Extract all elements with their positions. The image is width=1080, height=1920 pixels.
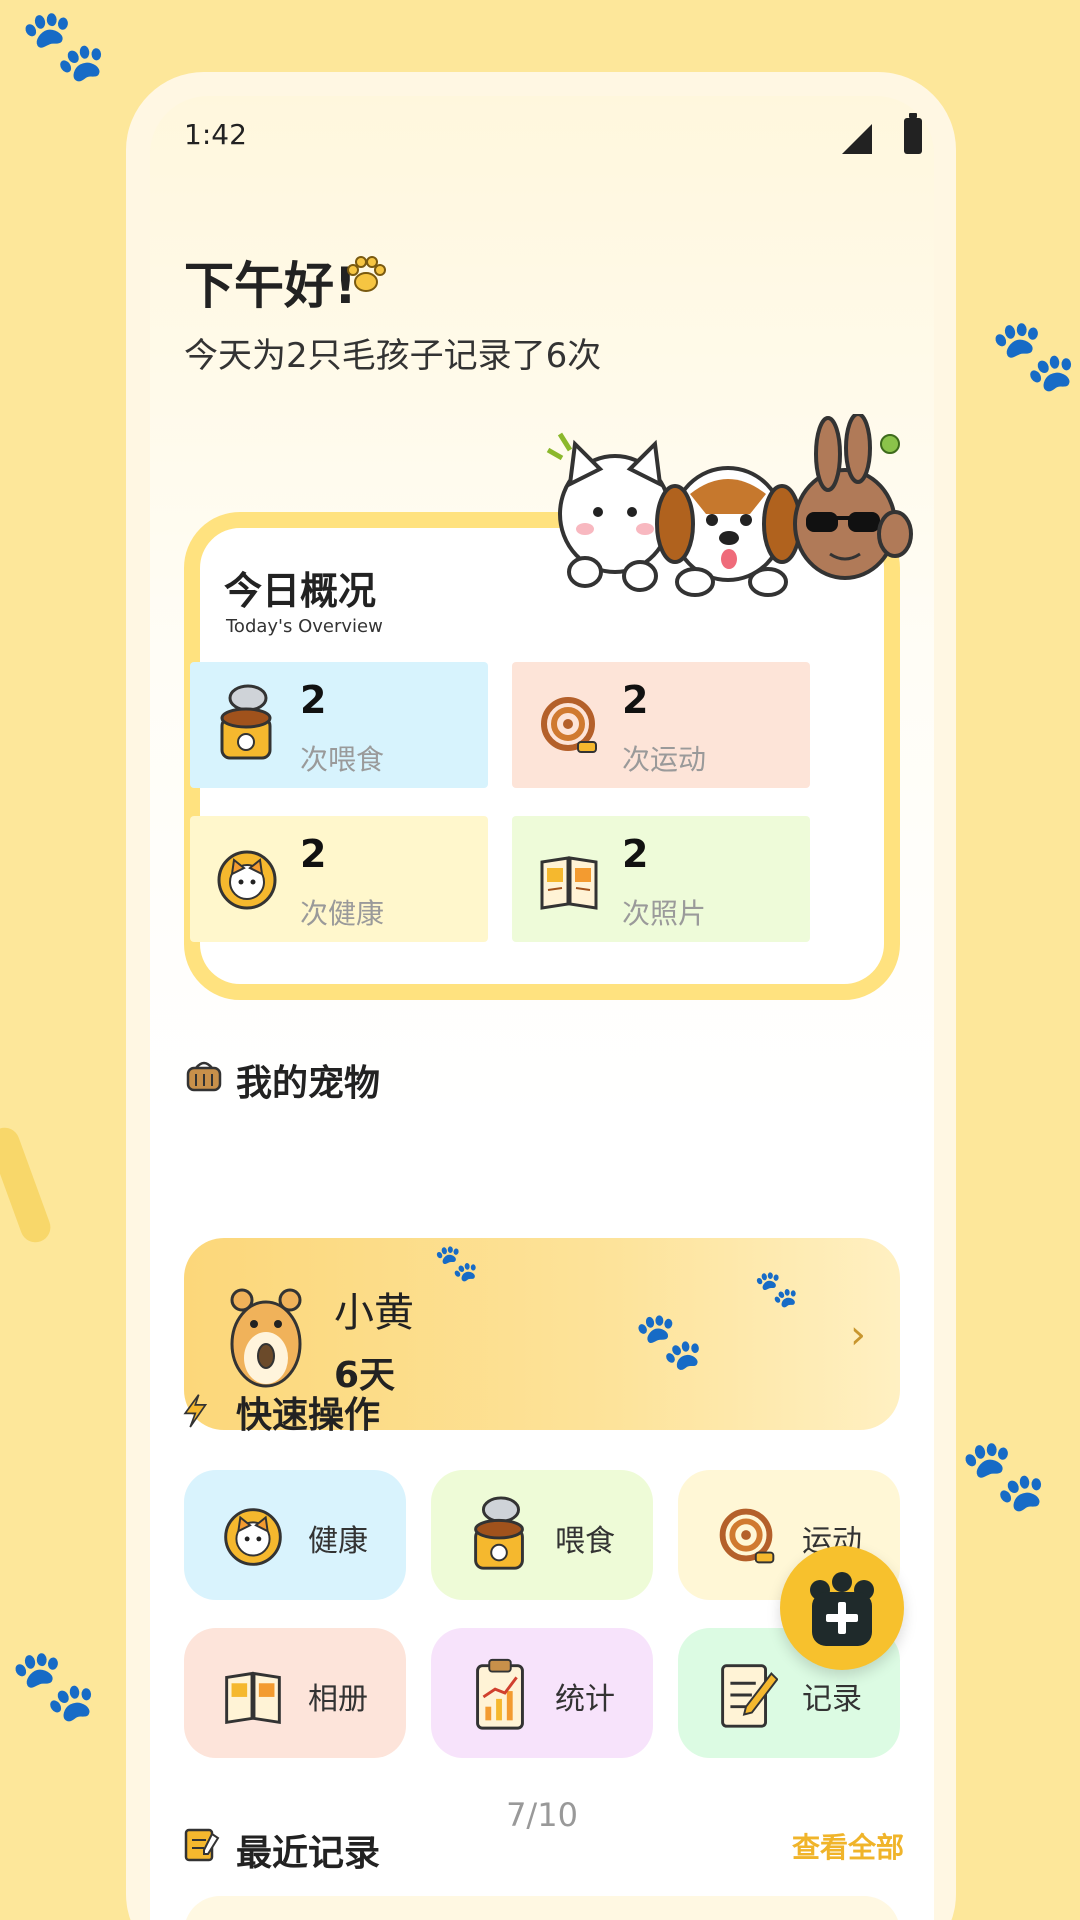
add-record-fab[interactable] bbox=[780, 1546, 904, 1670]
stat-value: 2 bbox=[622, 832, 649, 876]
statistics-clipboard-icon bbox=[476, 1658, 524, 1730]
notebook-icon bbox=[184, 1828, 220, 1862]
overview-subtitle: Today's Overview bbox=[226, 616, 383, 637]
quick-action-health[interactable]: 健康 bbox=[184, 1470, 406, 1600]
pet-carrier-icon bbox=[186, 1061, 222, 1092]
pets-illustration bbox=[546, 414, 913, 597]
stat-photos[interactable]: 2 次照片 bbox=[512, 816, 810, 942]
quick-action-label: 健康 bbox=[308, 1524, 368, 1559]
quick-action-feeding[interactable]: 喂食 bbox=[431, 1470, 653, 1600]
battery-icon bbox=[904, 113, 922, 154]
add-paw-icon bbox=[810, 1572, 874, 1646]
quick-action-label: 记录 bbox=[802, 1682, 862, 1717]
cat-health-icon bbox=[224, 1508, 282, 1566]
stat-label: 次喂食 bbox=[300, 743, 385, 776]
stat-value: 2 bbox=[622, 678, 649, 722]
photo-album-icon bbox=[540, 856, 598, 910]
quick-action-label: 统计 bbox=[555, 1682, 615, 1717]
quick-actions-title: 快速操作 bbox=[236, 1395, 381, 1436]
stat-value: 2 bbox=[300, 832, 327, 876]
stat-feeding[interactable]: 2 次喂食 bbox=[190, 662, 488, 788]
quick-action-label: 喂食 bbox=[555, 1524, 615, 1559]
stat-label: 次照片 bbox=[622, 897, 707, 930]
pet-food-can-icon bbox=[220, 684, 272, 760]
stat-label: 次健康 bbox=[300, 897, 385, 930]
background-bone bbox=[0, 1123, 55, 1247]
overview-title: 今日概况 bbox=[224, 569, 377, 613]
my-pets-title: 我的宠物 bbox=[236, 1063, 381, 1104]
notepad-pencil-icon bbox=[721, 1664, 778, 1728]
stat-exercise[interactable]: 2 次运动 bbox=[512, 662, 810, 788]
lightning-icon bbox=[183, 1394, 208, 1428]
greeting-title: 下午好! bbox=[184, 257, 357, 315]
greeting-subtitle: 今天为2只毛孩子记录了6次 bbox=[184, 336, 602, 376]
background-paw-icon: 🐾 bbox=[20, 4, 108, 86]
signal-icon bbox=[842, 124, 872, 154]
hamster-avatar bbox=[230, 1288, 302, 1388]
chevron-right-icon: › bbox=[850, 1312, 866, 1358]
background-paw-icon: 🐾 bbox=[10, 1644, 98, 1726]
pet-food-can-icon bbox=[474, 1496, 524, 1570]
background-paw-icon: 🐾 bbox=[960, 1434, 1048, 1516]
quick-action-album[interactable]: 相册 bbox=[184, 1628, 406, 1758]
recent-record-card[interactable] bbox=[184, 1896, 900, 1920]
status-time: 1:42 bbox=[184, 118, 247, 151]
paw-icon bbox=[347, 256, 386, 292]
pet-card-paw-decor: 🐾 bbox=[754, 1269, 799, 1310]
pet-card-paw-decor: 🐾 bbox=[634, 1309, 704, 1374]
pet-card-paw-decor: 🐾 bbox=[434, 1243, 479, 1284]
leash-icon bbox=[541, 697, 597, 753]
stat-label: 次运动 bbox=[622, 743, 707, 776]
stat-health[interactable]: 2 次健康 bbox=[190, 816, 488, 942]
background-paw-icon: 🐾 bbox=[990, 314, 1078, 396]
quick-action-label: 相册 bbox=[308, 1682, 368, 1717]
cat-health-icon bbox=[217, 850, 277, 910]
quick-action-statistics[interactable]: 统计 bbox=[431, 1628, 653, 1758]
photo-album-icon bbox=[225, 1671, 281, 1724]
view-all-link[interactable]: 查看全部 bbox=[792, 1826, 904, 1866]
app-screen: 1:42 下午好! 今天为2只毛孩子记录了6次 今日概况 Today's Ove… bbox=[150, 96, 934, 1920]
recent-records-title: 最近记录 bbox=[236, 1833, 381, 1874]
stat-value: 2 bbox=[300, 678, 327, 722]
leash-icon bbox=[719, 1508, 775, 1564]
pet-name: 小黄 bbox=[334, 1290, 414, 1336]
